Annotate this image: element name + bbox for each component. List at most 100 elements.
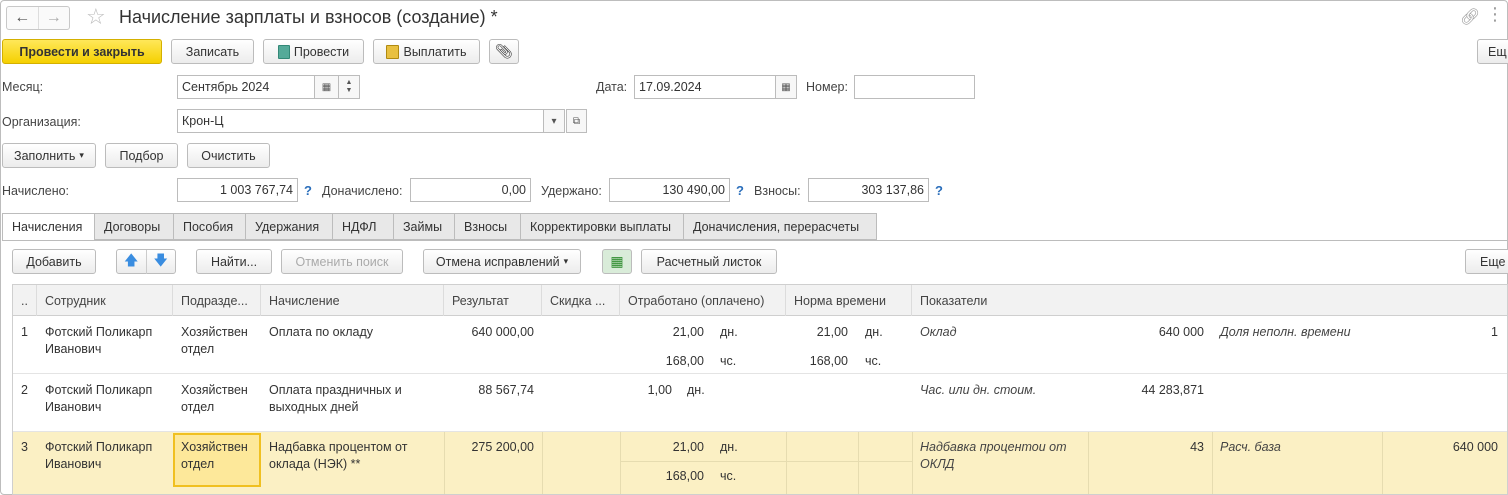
withheld-field: 130 490,00 [609, 178, 730, 202]
employee-cell: Фотский Поликарп Иванович [45, 325, 153, 356]
more-button[interactable]: Ещ [1477, 39, 1508, 64]
attach-button[interactable]: 📎︎ [489, 39, 519, 64]
clear-button[interactable]: Очистить [187, 143, 270, 168]
col-number[interactable]: .. [13, 285, 37, 316]
contributions-help-icon[interactable]: ? [935, 183, 943, 198]
tab-recalculations[interactable]: Доначисления, перерасчеты [684, 213, 877, 240]
withheld-help-icon[interactable]: ? [736, 183, 744, 198]
tab-deductions[interactable]: Удержания [246, 213, 333, 240]
table-row[interactable]: 1 Фотский Поликарп Иванович Хозяйствен о… [13, 316, 1507, 374]
worked-hours-unit: чс. [720, 469, 737, 483]
post-button-label: Провести [293, 44, 350, 59]
indicator-name-cell: Доля неполн. времени [1220, 325, 1351, 339]
result-cell: 275 200,00 [471, 440, 534, 454]
department-cell: Хозяйствен отдел [181, 325, 248, 356]
table-row[interactable]: 2 Фотский Поликарп Иванович Хозяйствен о… [13, 374, 1507, 432]
department-cell: Хозяйствен отдел [181, 383, 248, 414]
save-button[interactable]: Записать [171, 39, 254, 64]
move-up-icon[interactable]: 🡅 [117, 249, 147, 274]
post-button[interactable]: Провести [263, 39, 364, 64]
fill-button[interactable]: Заполнить ▾ [2, 143, 96, 168]
tab-ndfl[interactable]: НДФЛ [333, 213, 394, 240]
tab-benefits[interactable]: Пособия [174, 213, 246, 240]
stepper-down-icon[interactable]: ▼ [346, 87, 353, 95]
add-row-button[interactable]: Добавить [12, 249, 96, 274]
indicator-value-cell: 640 000 [1452, 440, 1498, 454]
fill-button-label: Заполнить [14, 148, 76, 163]
table-row-selected[interactable]: 3 Фотский Поликарп Иванович Хозяйствен о… [13, 432, 1507, 494]
indicator-value-cell: 1 [1491, 325, 1498, 339]
additional-label: Доначислено: [322, 184, 403, 198]
move-down-icon[interactable]: 🡇 [147, 250, 176, 274]
col-discount[interactable]: Скидка ... [542, 285, 620, 316]
cell-divider [1212, 432, 1213, 494]
indicator-name-cell: Оклад [920, 325, 957, 339]
select-button[interactable]: Подбор [105, 143, 178, 168]
organization-field[interactable]: Крон-Ц [177, 109, 544, 133]
contributions-label: Взносы: [754, 184, 801, 198]
forward-arrow-icon[interactable]: → [37, 7, 70, 29]
favorite-star-icon[interactable]: ☆ [86, 4, 106, 30]
date-field[interactable]: 17.09.2024 [634, 75, 776, 99]
col-employee[interactable]: Сотрудник [37, 285, 173, 316]
tab-loans[interactable]: Займы [394, 213, 455, 240]
month-field[interactable]: Сентябрь 2024 [177, 75, 315, 99]
department-cell: Хозяйствен отдел [181, 440, 248, 471]
more-menu-icon[interactable]: ⋮ [1486, 4, 1504, 25]
page-title: Начисление зарплаты и взносов (создание)… [119, 7, 498, 27]
tab-divider [2, 240, 1508, 241]
accrued-label: Начислено: [2, 184, 70, 198]
indicator-value-cell: 44 283,871 [1141, 383, 1204, 397]
number-field[interactable] [854, 75, 975, 99]
post-and-close-button[interactable]: Провести и закрыть [2, 39, 162, 64]
col-indicators[interactable]: Показатели [912, 285, 1507, 316]
grid-more-button[interactable]: Еще [1465, 249, 1508, 274]
indicator-name-cell: Час. или дн. стоим. [920, 383, 1037, 397]
indicator-name-cell: Расч. база [1220, 440, 1281, 454]
norm-hours-unit: чс. [865, 354, 882, 368]
tab-accruals[interactable]: Начисления [2, 213, 95, 241]
payslip-button[interactable]: Расчетный листок [641, 249, 777, 274]
organization-label: Организация: [2, 115, 81, 129]
worked-hours-unit: чс. [720, 354, 737, 368]
col-worked[interactable]: Отработано (оплачено) [620, 285, 786, 316]
accrual-cell: Оплата по окладу [269, 325, 374, 339]
link-icon[interactable]: 🔗︎ [1460, 7, 1480, 27]
cancel-search-button[interactable]: Отменить поиск [281, 249, 403, 274]
pay-button[interactable]: Выплатить [373, 39, 480, 64]
back-arrow-icon[interactable]: ← [7, 7, 38, 29]
month-stepper[interactable]: ▲ ▼ [338, 75, 360, 99]
employee-cell: Фотский Поликарп Иванович [45, 383, 153, 414]
tab-contracts[interactable]: Договоры [95, 213, 174, 240]
cell-divider [786, 432, 787, 494]
cell-divider [620, 461, 912, 462]
worked-days-cell: 21,00 [672, 325, 704, 339]
date-label: Дата: [596, 80, 628, 94]
col-result[interactable]: Результат [444, 285, 542, 316]
col-department[interactable]: Подразде... [173, 285, 261, 316]
col-norm[interactable]: Норма времени [786, 285, 912, 316]
tab-payment-corrections[interactable]: Корректировки выплаты [521, 213, 684, 240]
calendar-icon[interactable]: ▦ [314, 75, 339, 99]
chevron-down-icon[interactable]: ▾ [543, 109, 565, 133]
paperclip-icon: 📎︎ [495, 43, 513, 59]
stepper-up-icon[interactable]: ▲ [346, 79, 353, 87]
post-document-icon [277, 44, 290, 59]
contributions-field: 303 137,86 [808, 178, 929, 202]
col-accrual[interactable]: Начисление [261, 285, 444, 316]
worked-days-unit: дн. [720, 325, 738, 339]
open-organization-icon[interactable]: ⧉ [566, 109, 587, 133]
move-buttons: 🡅 🡇 [116, 249, 176, 274]
withheld-label: Удержано: [541, 184, 602, 198]
additional-field: 0,00 [410, 178, 531, 202]
row-number: 3 [21, 440, 28, 454]
find-button[interactable]: Найти... [196, 249, 272, 274]
accrued-help-icon[interactable]: ? [304, 183, 312, 198]
tab-contributions[interactable]: Взносы [455, 213, 521, 240]
date-calendar-icon[interactable]: ▦ [775, 75, 797, 99]
cancel-fixes-button[interactable]: Отмена исправлений ▾ [423, 249, 581, 274]
norm-hours-cell: 168,00 [809, 354, 848, 368]
add-column-icon[interactable]: ▦ [602, 249, 632, 274]
accruals-table: .. Сотрудник Подразде... Начисление Резу… [12, 284, 1508, 495]
month-label: Месяц: [2, 80, 44, 94]
